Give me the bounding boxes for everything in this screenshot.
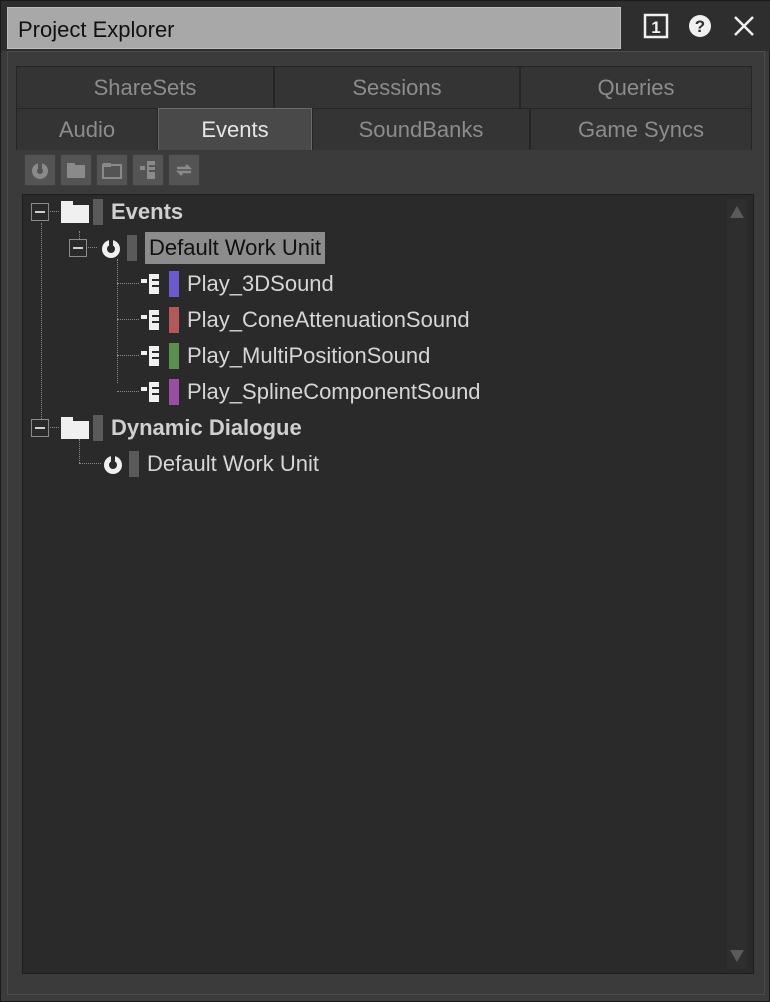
title-tab[interactable]: Project Explorer (7, 7, 621, 49)
color-swatch (93, 199, 103, 225)
tab-soundbanks[interactable]: SoundBanks (312, 108, 530, 150)
tree-guide-line (117, 319, 139, 320)
tree-node-label: Events (111, 199, 184, 224)
pin-1-icon[interactable]: 1 (643, 13, 669, 39)
folder-icon (61, 417, 89, 439)
vertical-scrollbar[interactable] (727, 199, 747, 969)
tab-queries[interactable]: Queries (520, 66, 752, 108)
color-swatch (93, 415, 103, 441)
tree-node-label: Dynamic Dialogue (111, 415, 302, 440)
tree-node-event[interactable]: Play_SplineComponentSound (139, 377, 481, 407)
window-title: Project Explorer (18, 17, 175, 42)
tree-guide-line (41, 223, 42, 433)
tree-node-label: Play_SplineComponentSound (187, 379, 481, 404)
color-swatch (169, 343, 179, 369)
tab-audio[interactable]: Audio (16, 108, 158, 150)
tree-guide-line (117, 355, 139, 356)
project-explorer-window: Project Explorer 1 ? ShareSets Sessions … (0, 0, 770, 1002)
color-swatch (169, 271, 179, 297)
scroll-up-icon[interactable] (729, 205, 745, 219)
tree-node-label: Default Work Unit (147, 451, 319, 476)
color-swatch (169, 379, 179, 405)
event-icon (139, 379, 165, 405)
scroll-down-icon[interactable] (729, 949, 745, 963)
tree-guide-line (117, 283, 139, 284)
collapse-toggle[interactable] (69, 239, 87, 257)
tab-game-syncs[interactable]: Game Syncs (530, 108, 752, 150)
collapse-toggle[interactable] (31, 419, 49, 437)
tree-node-label: Play_3DSound (187, 271, 334, 296)
tab-row-1: ShareSets Sessions Queries (16, 66, 752, 108)
tree-node-label: Default Work Unit (145, 232, 325, 264)
tree-node-label: Play_MultiPositionSound (187, 343, 431, 368)
tree-node-dynamic-dialogue[interactable]: Dynamic Dialogue (61, 413, 302, 443)
tree-node-event[interactable]: Play_ConeAttenuationSound (139, 305, 470, 335)
explorer-frame: ShareSets Sessions Queries Audio Events … (7, 51, 765, 995)
rename-icon[interactable] (168, 154, 200, 186)
tree-guide-line (117, 259, 118, 383)
toolbar (24, 154, 200, 188)
event-icon (139, 271, 165, 297)
svg-text:?: ? (695, 17, 705, 36)
project-tree[interactable]: Events Default Work Unit Play_3DSound Pl… (22, 194, 754, 974)
event-icon (139, 307, 165, 333)
work-unit-icon (101, 452, 125, 476)
title-bar: Project Explorer 1 ? (1, 1, 770, 51)
tree-guide-line (117, 391, 139, 392)
tab-sharesets[interactable]: ShareSets (16, 66, 274, 108)
help-icon[interactable]: ? (687, 13, 713, 39)
tree-node-event[interactable]: Play_3DSound (139, 269, 334, 299)
tree-node-event[interactable]: Play_MultiPositionSound (139, 341, 430, 371)
new-virtual-folder-icon[interactable] (96, 154, 128, 186)
work-unit-icon (99, 236, 123, 260)
collapse-toggle[interactable] (31, 203, 49, 221)
new-event-icon[interactable] (132, 154, 164, 186)
color-swatch (169, 307, 179, 333)
tree-guide-line (79, 463, 101, 464)
color-swatch (129, 451, 139, 477)
title-icons: 1 ? (643, 11, 757, 41)
new-folder-icon[interactable] (60, 154, 92, 186)
tab-row-2: Audio Events SoundBanks Game Syncs (16, 108, 752, 150)
tree-node-default-work-unit[interactable]: Default Work Unit (99, 232, 325, 264)
folder-icon (61, 201, 89, 223)
close-icon[interactable] (731, 13, 757, 39)
tree-node-default-work-unit-2[interactable]: Default Work Unit (101, 449, 319, 479)
tree-node-events[interactable]: Events (61, 197, 183, 227)
event-icon (139, 343, 165, 369)
new-work-unit-icon[interactable] (24, 154, 56, 186)
svg-text:1: 1 (651, 18, 660, 37)
color-swatch (127, 235, 137, 261)
tree-node-label: Play_ConeAttenuationSound (187, 307, 470, 332)
tab-sessions[interactable]: Sessions (274, 66, 520, 108)
tab-events[interactable]: Events (158, 108, 312, 150)
